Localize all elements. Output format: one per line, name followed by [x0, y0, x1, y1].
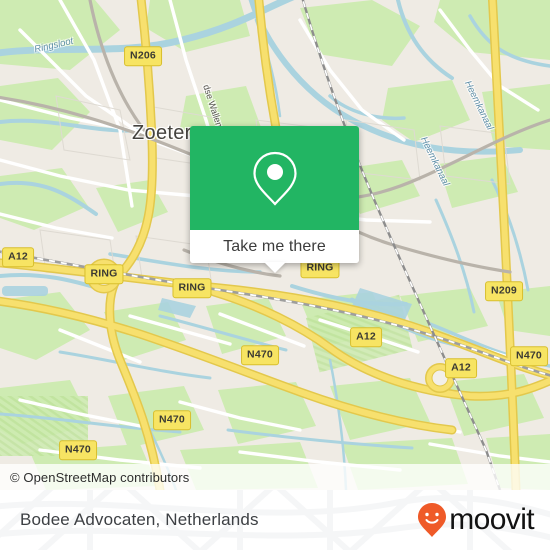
road-shield[interactable]: RING [172, 278, 212, 298]
map-attribution: © OpenStreetMap contributors [0, 464, 550, 490]
attribution-text: © OpenStreetMap contributors [10, 469, 190, 485]
popup-icon-area [190, 126, 359, 230]
road-shield[interactable]: N206 [124, 46, 162, 66]
take-me-there-label: Take me there [223, 237, 326, 255]
road-shield[interactable]: A12 [2, 247, 34, 267]
road-shield[interactable]: A12 [445, 358, 477, 378]
map-canvas[interactable]: Ringsloot Heemkanaal Heemkanaal dse Wall… [0, 0, 550, 490]
map-screenshot: Ringsloot Heemkanaal Heemkanaal dse Wall… [0, 0, 550, 550]
footer-bar: Bodee Advocaten, Netherlands moovit [0, 490, 550, 550]
map-pin-icon [252, 151, 297, 206]
take-me-there-popup[interactable]: Take me there [190, 126, 359, 273]
road-shield[interactable]: N470 [241, 345, 279, 365]
moovit-logo[interactable]: moovit [417, 490, 535, 550]
road-shield[interactable]: N470 [153, 410, 191, 430]
road-shield[interactable]: N209 [485, 281, 523, 301]
popup-tail [263, 262, 286, 273]
popup-action[interactable]: Take me there [190, 230, 359, 273]
moovit-smiley-pin-icon [418, 503, 447, 537]
moovit-wordmark: moovit [449, 503, 534, 536]
road-shield[interactable]: N470 [59, 440, 97, 460]
road-shield[interactable]: N470 [510, 346, 548, 366]
road-shield[interactable]: A12 [350, 327, 382, 347]
place-title: Bodee Advocaten, Netherlands [20, 510, 259, 529]
road-shield[interactable]: RING [84, 264, 124, 284]
